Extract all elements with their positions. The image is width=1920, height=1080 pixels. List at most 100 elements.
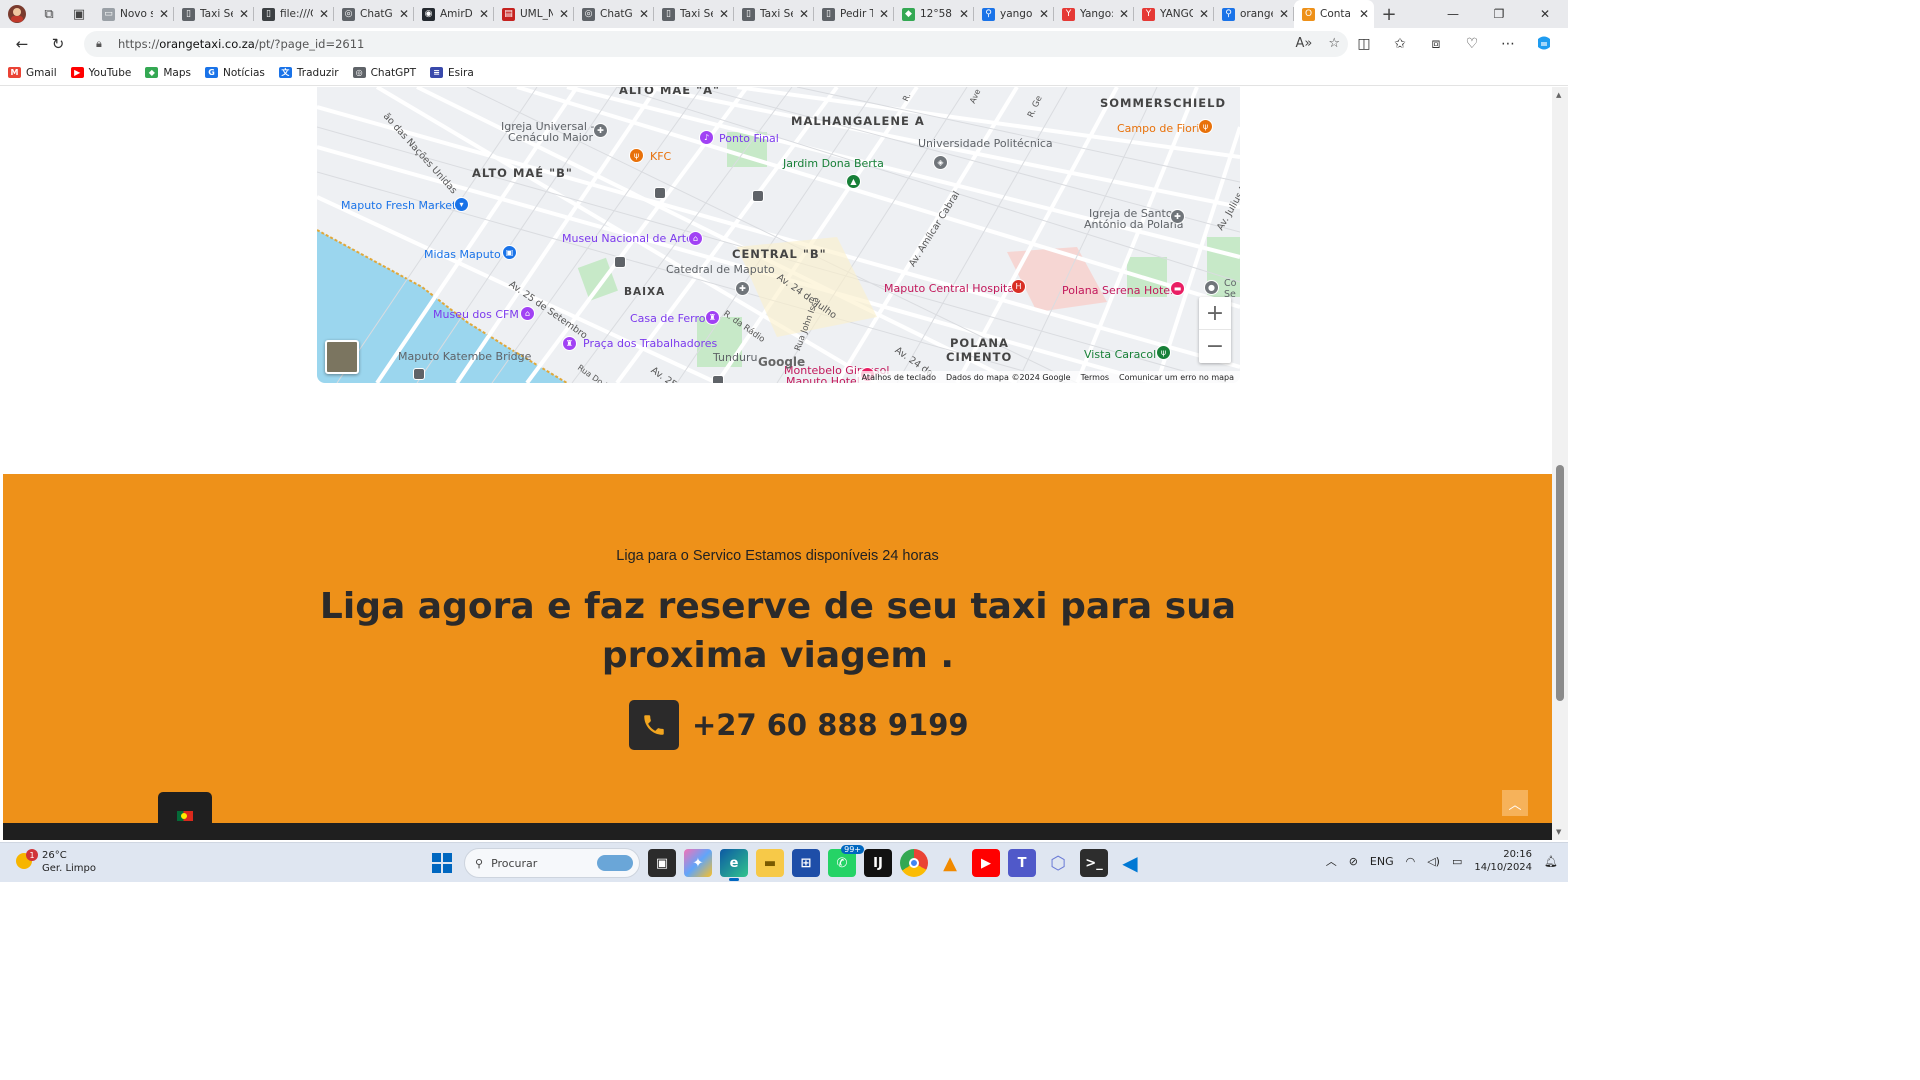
- teams-icon[interactable]: T: [1008, 849, 1036, 877]
- place-label[interactable]: Ponto Final: [719, 132, 779, 145]
- bus-stop-icon[interactable]: [654, 187, 666, 199]
- edge-app-icon[interactable]: e: [720, 849, 748, 881]
- file-explorer-icon[interactable]: ▬: [756, 849, 784, 877]
- bus-stop-icon[interactable]: [614, 256, 626, 268]
- place-label[interactable]: KFC: [650, 150, 671, 163]
- browser-tab[interactable]: ▤ UML_N ✕: [494, 0, 574, 28]
- minimize-icon[interactable]: —: [1430, 0, 1476, 28]
- place-label[interactable]: Cenáculo Maior: [508, 131, 593, 144]
- place-label[interactable]: Jardim Dona Berta: [783, 157, 884, 170]
- shopping-pin-icon[interactable]: ▾: [454, 197, 469, 212]
- url-field[interactable]: 🔒︎ https://orangetaxi.co.za/pt/?page_id=…: [84, 31, 1348, 57]
- place-label[interactable]: Maputo Katembe Bridge: [398, 350, 531, 363]
- browser-tab[interactable]: ▯ Pedir Ta ✕: [814, 0, 894, 28]
- chrome-icon[interactable]: [900, 849, 928, 877]
- reload-icon[interactable]: ↻: [40, 28, 76, 60]
- place-label[interactable]: Maputo Hotel: [786, 375, 860, 383]
- tray-overflow-icon[interactable]: ︿: [1326, 853, 1337, 869]
- tab-close-icon[interactable]: ✕: [1198, 7, 1210, 21]
- read-aloud-icon[interactable]: A»: [1295, 36, 1312, 51]
- network-off-icon[interactable]: ⊘: [1349, 855, 1358, 868]
- phone-number[interactable]: +27 60 888 9199: [692, 708, 969, 742]
- page-scrollbar[interactable]: ▲ ▼: [1552, 87, 1568, 840]
- place-label[interactable]: Praça dos Trabalhadores: [583, 337, 717, 350]
- landmark-pin-icon[interactable]: ♜: [562, 336, 577, 351]
- place-label[interactable]: Campo de Fiori: [1117, 122, 1199, 135]
- place-label[interactable]: Polana Serena Hotel: [1062, 284, 1173, 297]
- google-map[interactable]: ALTO MAÉ "A" MALHANGALENE A SOMMERSCHIEL…: [317, 87, 1240, 383]
- more-menu-icon[interactable]: ⋯: [1490, 36, 1526, 52]
- split-screen-icon[interactable]: ◫: [1346, 36, 1382, 52]
- browser-tab[interactable]: ▭ Novo s ✕: [94, 0, 174, 28]
- restore-icon[interactable]: ❐: [1476, 0, 1522, 28]
- browser-tab[interactable]: ▯ file:///C ✕: [254, 0, 334, 28]
- browser-tab[interactable]: ⚲ yango ✕: [974, 0, 1054, 28]
- church-pin-icon[interactable]: ✚: [1170, 209, 1185, 224]
- clock[interactable]: 20:16 14/10/2024: [1474, 848, 1532, 874]
- task-view-icon[interactable]: ▣: [648, 849, 676, 877]
- taskbar-search[interactable]: ⚲ Procurar: [464, 848, 640, 878]
- church-pin-icon[interactable]: ✚: [593, 123, 608, 138]
- scrollbar-thumb[interactable]: [1556, 465, 1564, 701]
- park-pin-icon[interactable]: ▲: [846, 174, 861, 189]
- microsoft-store-icon[interactable]: ⊞: [792, 849, 820, 877]
- copilot-icon[interactable]: [1526, 35, 1562, 53]
- browser-tab[interactable]: Y Yango: ✕: [1054, 0, 1134, 28]
- restaurant-pin-icon[interactable]: ψ: [1198, 119, 1213, 134]
- close-window-icon[interactable]: ✕: [1522, 0, 1568, 28]
- browser-tab[interactable]: ◉ AmirDe ✕: [414, 0, 494, 28]
- tab-close-icon[interactable]: ✕: [798, 7, 810, 21]
- new-tab-button[interactable]: +: [1374, 4, 1404, 25]
- tab-close-icon[interactable]: ✕: [718, 7, 730, 21]
- tab-close-icon[interactable]: ✕: [958, 7, 970, 21]
- vlc-icon[interactable]: ▲: [936, 849, 964, 877]
- browser-tab[interactable]: ◆ 12°58'3 ✕: [894, 0, 974, 28]
- place-label[interactable]: Catedral de Maputo: [666, 263, 775, 276]
- bank-pin-icon[interactable]: ▣: [502, 245, 517, 260]
- browser-tab[interactable]: O Conta ✕: [1294, 0, 1374, 28]
- youtube-app-icon[interactable]: ▶: [972, 849, 1000, 877]
- church-pin-icon[interactable]: ✚: [735, 281, 750, 296]
- zoom-out-button[interactable]: −: [1199, 330, 1231, 363]
- restaurant-pin-icon[interactable]: ψ: [629, 148, 644, 163]
- scroll-up-icon[interactable]: ▲: [1556, 91, 1561, 99]
- browser-tab[interactable]: ◎ ChatGP ✕: [334, 0, 414, 28]
- bookmark-item[interactable]: 文 Traduzir: [278, 67, 339, 79]
- keyboard-shortcuts-link[interactable]: Atalhos de teclado: [862, 373, 936, 382]
- school-pin-icon[interactable]: ◈: [933, 155, 948, 170]
- bookmark-item[interactable]: ◆ Maps: [145, 67, 191, 79]
- copilot-app-icon[interactable]: ✦: [684, 849, 712, 877]
- landmark-pin-icon[interactable]: ♜: [705, 310, 720, 325]
- zoom-in-button[interactable]: +: [1199, 297, 1231, 330]
- tab-close-icon[interactable]: ✕: [1038, 7, 1050, 21]
- back-arrow-icon[interactable]: ←: [4, 28, 40, 60]
- bookmark-item[interactable]: ≡ Esira: [430, 67, 474, 79]
- satellite-toggle[interactable]: [325, 340, 359, 374]
- favorites-icon[interactable]: ✩: [1382, 36, 1418, 52]
- tab-close-icon[interactable]: ✕: [398, 7, 410, 21]
- wifi-icon[interactable]: ◠: [1406, 855, 1416, 868]
- museum-pin-icon[interactable]: ⌂: [688, 231, 703, 246]
- volume-icon[interactable]: ◁): [1427, 855, 1440, 868]
- favorite-star-icon[interactable]: ☆: [1328, 36, 1340, 51]
- tab-close-icon[interactable]: ✕: [238, 7, 250, 21]
- vscode-icon[interactable]: ◀: [1116, 849, 1144, 877]
- browser-tab[interactable]: ▯ Taxi Se ✕: [174, 0, 254, 28]
- place-label[interactable]: Universidade Politécnica: [918, 137, 1053, 150]
- browser-tab[interactable]: ◎ ChatGP ✕: [574, 0, 654, 28]
- tab-close-icon[interactable]: ✕: [1118, 7, 1130, 21]
- scroll-down-icon[interactable]: ▼: [1556, 828, 1561, 836]
- browser-tab[interactable]: ▯ Taxi Se ✕: [734, 0, 814, 28]
- place-label[interactable]: Museu Nacional de Arte: [562, 232, 693, 245]
- place-label[interactable]: Museu dos CFM: [433, 308, 519, 321]
- location-pin-icon[interactable]: ●: [1204, 280, 1219, 295]
- tab-close-icon[interactable]: ✕: [158, 7, 170, 21]
- place-label[interactable]: Co: [1224, 278, 1236, 289]
- place-label[interactable]: Vista Caracol: [1084, 348, 1156, 361]
- tab-close-icon[interactable]: ✕: [318, 7, 330, 21]
- tab-close-icon[interactable]: ✕: [478, 7, 490, 21]
- profile-avatar[interactable]: [0, 0, 34, 28]
- tab-close-icon[interactable]: ✕: [878, 7, 890, 21]
- place-label[interactable]: Maputo Central Hospital: [884, 282, 1017, 295]
- bookmark-item[interactable]: ◎ ChatGPT: [352, 67, 416, 79]
